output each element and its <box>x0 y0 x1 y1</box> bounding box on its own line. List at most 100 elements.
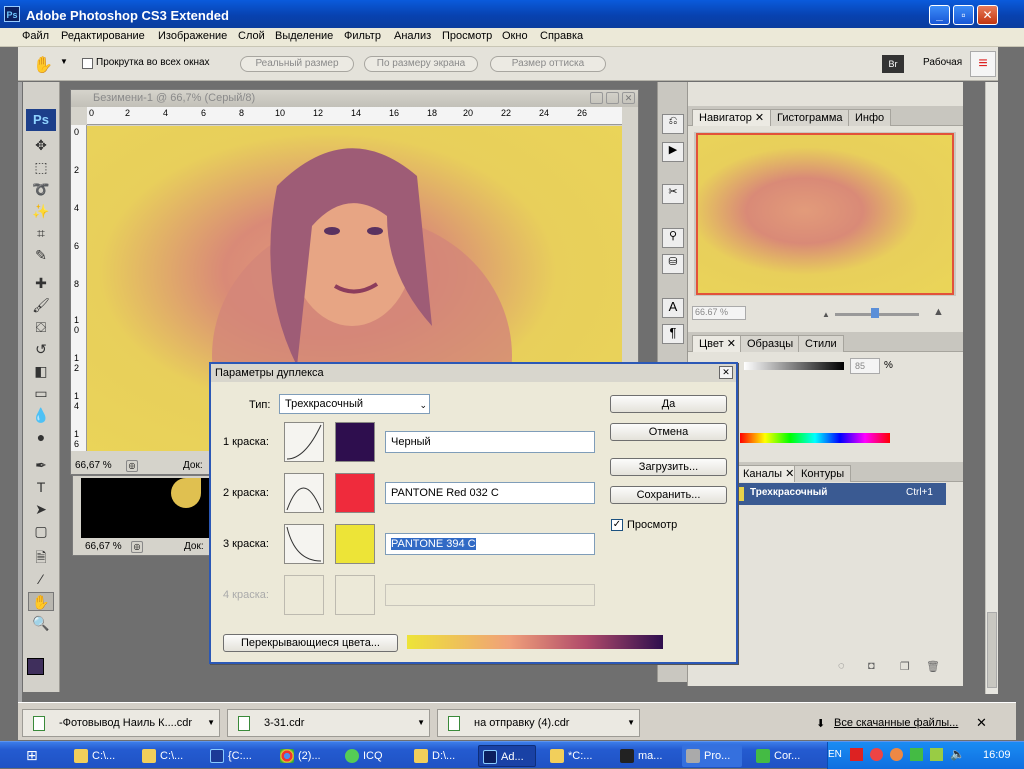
taskbar-item[interactable]: Cor... <box>752 745 812 767</box>
doc-maximize-button[interactable] <box>606 92 619 104</box>
menu-file[interactable]: Файл <box>22 30 49 42</box>
download-item[interactable]: на отправку (4).cdr ▼ <box>437 709 640 737</box>
history-brush-icon[interactable]: ↺ <box>28 340 54 359</box>
menu-analysis[interactable]: Анализ <box>394 30 431 42</box>
channel-load-selection-icon[interactable]: ◌ <box>838 660 845 672</box>
gradient-tool-icon[interactable]: ▭ <box>28 384 54 403</box>
taskbar-item[interactable]: ICQ <box>341 745 397 767</box>
zoom-tool-icon[interactable]: 🔍 <box>28 614 54 633</box>
pen-tool-icon[interactable]: ✒ <box>28 456 54 475</box>
taskbar-item[interactable]: C:\... <box>70 745 120 767</box>
taskbar-item[interactable]: *C:... <box>546 745 604 767</box>
ink1-curve-button[interactable] <box>284 422 324 462</box>
ink1-name-field[interactable]: Черный <box>385 431 595 453</box>
paragraph-panel-icon[interactable]: ¶ <box>662 324 684 344</box>
zoom-readout[interactable]: 66,67 % <box>75 460 112 471</box>
gray-value-field[interactable]: 85 <box>850 358 880 374</box>
menu-edit[interactable]: Редактирование <box>61 30 145 42</box>
tab-color[interactable]: Цвет ✕ <box>692 335 743 352</box>
ink3-curve-button[interactable] <box>284 524 324 564</box>
blur-tool-icon[interactable]: 💧 <box>28 406 54 425</box>
dialog-close-icon[interactable]: ✕ <box>719 366 733 379</box>
workspace-label[interactable]: Рабочая <box>923 57 962 68</box>
ink2-name-field[interactable]: PANTONE Red 032 C <box>385 482 595 504</box>
volume-icon[interactable]: 🔈 <box>950 747 965 761</box>
second-status-menu-icon[interactable]: ◎ <box>131 541 143 553</box>
bridge-icon[interactable]: Br <box>882 55 904 73</box>
shape-tool-icon[interactable]: ▢ <box>28 522 54 541</box>
navigator-preview[interactable] <box>694 132 956 296</box>
ink2-curve-button[interactable] <box>284 473 324 513</box>
status-menu-icon[interactable]: ◎ <box>126 460 138 472</box>
hand-tool-icon[interactable]: ✋ <box>33 55 53 75</box>
slice-tool-icon[interactable]: ✎ <box>28 246 54 265</box>
overprint-colors-button[interactable]: Перекрывающиеся цвета... <box>223 634 398 652</box>
eyedropper-tool-icon[interactable]: ⁄ <box>28 570 54 589</box>
language-indicator[interactable]: EN <box>828 749 842 760</box>
tab-channels[interactable]: Каналы ✕ <box>736 465 802 482</box>
doc-close-button[interactable]: ✕ <box>622 92 635 104</box>
foreground-color-swatch[interactable] <box>27 658 44 675</box>
doc-minimize-button[interactable] <box>590 92 603 104</box>
start-windows-icon[interactable]: ⊞ <box>26 747 38 764</box>
taskbar-item[interactable]: D:\... <box>410 745 468 767</box>
second-zoom-readout[interactable]: 66,67 % <box>77 541 122 552</box>
move-tool-icon[interactable]: ✥ <box>28 136 54 155</box>
navigator-view-box[interactable] <box>696 133 954 295</box>
print-size-button[interactable]: Размер оттиска <box>490 56 606 72</box>
taskbar-item[interactable]: ma... <box>616 745 674 767</box>
navigator-zoom-field[interactable]: 66.67 % <box>692 306 746 320</box>
color-ramp[interactable] <box>740 433 890 443</box>
ink3-color-swatch[interactable] <box>335 524 375 564</box>
workspace-menu-icon[interactable]: ≡ <box>970 51 996 77</box>
menu-select[interactable]: Выделение <box>275 30 333 42</box>
minimize-button[interactable]: _ <box>929 5 950 25</box>
ink3-name-field[interactable]: PANTONE 394 C <box>385 533 595 555</box>
taskbar-item[interactable]: C:\... <box>138 745 188 767</box>
vertical-scrollbar[interactable] <box>985 82 998 694</box>
type-select[interactable]: Трехкрасочный ⌄ <box>279 394 430 414</box>
save-button[interactable]: Сохранить... <box>610 486 727 504</box>
magic-wand-tool-icon[interactable]: ✨ <box>28 202 54 221</box>
tray-icon[interactable] <box>890 748 903 761</box>
chevron-down-icon[interactable]: ▼ <box>417 710 425 736</box>
zoom-out-icon[interactable]: ▲ <box>822 310 830 319</box>
network-tray-icon[interactable] <box>910 748 923 761</box>
menu-help[interactable]: Справка <box>540 30 583 42</box>
antivirus-tray-icon[interactable] <box>870 748 883 761</box>
menu-window[interactable]: Окно <box>502 30 528 42</box>
close-button[interactable]: ✕ <box>977 5 998 25</box>
tab-navigator[interactable]: Навигатор ✕ <box>692 109 772 126</box>
menu-image[interactable]: Изображение <box>158 30 227 42</box>
type-tool-icon[interactable]: T <box>28 478 54 497</box>
character-panel-icon[interactable]: A <box>662 298 684 318</box>
tab-styles[interactable]: Стили <box>798 335 844 352</box>
scroll-all-checkbox[interactable] <box>82 58 93 69</box>
fit-screen-button[interactable]: По размеру экрана <box>364 56 478 72</box>
menu-filter[interactable]: Фильтр <box>344 30 381 42</box>
download-item[interactable]: 3-31.cdr ▼ <box>227 709 430 737</box>
eraser-tool-icon[interactable]: ◧ <box>28 362 54 381</box>
taskbar-item[interactable]: (2)... <box>276 745 332 767</box>
dodge-tool-icon[interactable]: ● <box>28 428 54 447</box>
zoom-in-icon[interactable]: ▲ <box>933 306 944 318</box>
path-select-icon[interactable]: ➤ <box>28 500 54 519</box>
tool-presets-icon[interactable]: ✂ <box>662 184 684 204</box>
second-document-canvas[interactable] <box>81 478 215 538</box>
actual-size-button[interactable]: Реальный размер <box>240 56 354 72</box>
tool-preset-dropdown-icon[interactable]: ▼ <box>60 57 68 66</box>
maximize-button[interactable]: ▫ <box>953 5 974 25</box>
menu-layer[interactable]: Слой <box>238 30 265 42</box>
tab-histogram[interactable]: Гистограмма <box>770 109 850 126</box>
taskbar-item[interactable]: {C:... <box>206 745 262 767</box>
clone-source-icon[interactable]: ⛁ <box>662 254 684 274</box>
marquee-tool-icon[interactable]: ⬚ <box>28 158 54 177</box>
menu-view[interactable]: Просмотр <box>442 30 492 42</box>
ok-button[interactable]: Да <box>610 395 727 413</box>
preview-checkbox[interactable]: ✓ <box>611 519 623 531</box>
hand-tool-active-icon[interactable]: ✋ <box>28 592 54 611</box>
tray-icon[interactable] <box>930 748 943 761</box>
clone-stamp-icon[interactable]: ⛋ <box>28 318 54 337</box>
new-channel-icon[interactable]: ❐ <box>900 660 910 673</box>
ink2-color-swatch[interactable] <box>335 473 375 513</box>
